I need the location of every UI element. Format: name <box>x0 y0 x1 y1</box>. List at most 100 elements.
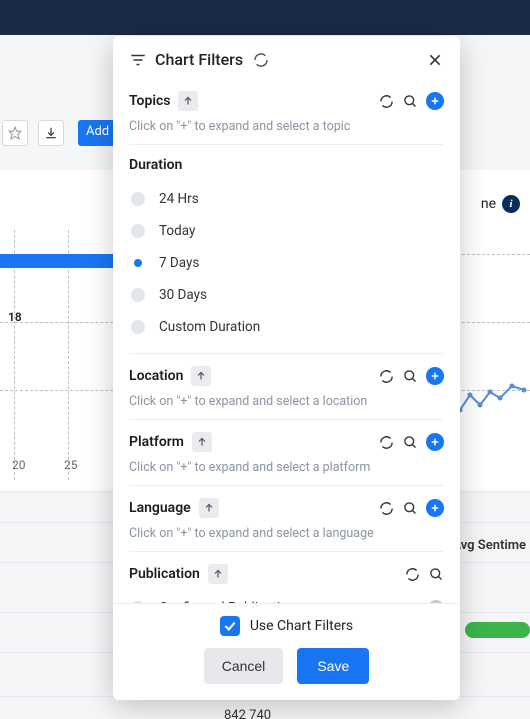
topics-collapse-toggle[interactable] <box>178 91 198 111</box>
topics-refresh[interactable] <box>378 93 394 109</box>
publication-search[interactable] <box>428 566 444 582</box>
language-search[interactable] <box>402 500 418 516</box>
search-icon <box>403 94 418 109</box>
close-icon <box>427 52 443 68</box>
arrow-up-icon <box>195 370 207 382</box>
section-publication: Publication Configured Publications <box>129 552 444 603</box>
radio-dot <box>131 224 145 238</box>
use-chart-filters-checkbox[interactable] <box>220 616 240 636</box>
platform-collapse-toggle[interactable] <box>192 432 212 452</box>
star-icon <box>8 126 22 140</box>
timeline-text: ne <box>481 196 496 212</box>
modal-footer: Use Chart Filters Cancel Save <box>113 603 460 700</box>
location-refresh[interactable] <box>378 368 394 384</box>
plus-icon <box>430 437 440 447</box>
bg-sparkline <box>460 380 530 420</box>
duration-custom[interactable]: Custom Duration <box>129 311 444 343</box>
refresh-icon <box>379 501 394 516</box>
language-collapse-toggle[interactable] <box>199 498 219 518</box>
check-icon <box>223 619 237 633</box>
save-button[interactable]: Save <box>297 648 369 684</box>
section-location: Location Click on "+" to expand and sele… <box>129 354 444 420</box>
filter-icon <box>129 51 147 69</box>
arrow-up-icon <box>212 568 224 580</box>
platform-search[interactable] <box>402 434 418 450</box>
search-icon <box>403 501 418 516</box>
modal-title: Chart Filters <box>155 50 243 69</box>
topics-title: Topics <box>129 93 170 109</box>
topics-search[interactable] <box>402 93 418 109</box>
modal-body: Topics Click on "+" to expand and select… <box>113 79 460 603</box>
cancel-button[interactable]: Cancel <box>204 648 284 684</box>
topics-add[interactable] <box>426 92 444 110</box>
bg-axis-label: 18 <box>8 310 22 324</box>
language-refresh[interactable] <box>378 500 394 516</box>
search-icon <box>403 369 418 384</box>
duration-30days[interactable]: 30 Days <box>129 279 444 311</box>
chart-filters-modal: Chart Filters Topics Click <box>113 36 460 700</box>
refresh-icon <box>379 435 394 450</box>
platform-title: Platform <box>129 434 184 450</box>
avg-sentiment-header: Avg Sentime <box>452 538 526 553</box>
duration-today[interactable]: Today <box>129 215 444 247</box>
radio-label: Today <box>159 223 195 239</box>
add-button[interactable]: Add <box>78 120 117 146</box>
use-chart-filters-label: Use Chart Filters <box>250 618 353 634</box>
plus-icon <box>430 96 440 106</box>
radio-label: Custom Duration <box>159 319 260 335</box>
plus-icon <box>430 503 440 513</box>
publication-configured[interactable]: Configured Publications <box>129 594 444 603</box>
publication-refresh[interactable] <box>404 566 420 582</box>
duration-options: 24 Hrs Today 7 Days 30 Days Custom Durat… <box>129 183 444 343</box>
arrow-up-icon <box>182 95 194 107</box>
use-chart-filters-row[interactable]: Use Chart Filters <box>129 606 444 648</box>
topics-hint: Click on "+" to expand and select a topi… <box>129 119 444 134</box>
duration-title: Duration <box>129 157 182 173</box>
language-hint: Click on "+" to expand and select a lang… <box>129 526 444 541</box>
app-topbar <box>0 0 530 35</box>
bg-x-tick: 20 <box>12 458 26 472</box>
sync-icon[interactable] <box>253 52 269 68</box>
radio-dot <box>131 256 145 270</box>
download-button[interactable] <box>38 120 64 146</box>
arrow-up-icon <box>196 436 208 448</box>
radio-label: 30 Days <box>159 287 207 303</box>
location-hint: Click on "+" to expand and select a loca… <box>129 394 444 409</box>
language-add[interactable] <box>426 499 444 517</box>
bg-x-tick: 25 <box>64 458 78 472</box>
platform-refresh[interactable] <box>378 434 394 450</box>
location-search[interactable] <box>402 368 418 384</box>
section-language: Language Click on "+" to expand and sele… <box>129 486 444 552</box>
radio-dot <box>131 288 145 302</box>
download-icon <box>44 126 58 140</box>
radio-dot <box>131 320 145 334</box>
location-collapse-toggle[interactable] <box>191 366 211 386</box>
section-platform: Platform Click on "+" to expand and sele… <box>129 420 444 486</box>
radio-dot <box>131 192 145 206</box>
publication-title: Publication <box>129 566 200 582</box>
timeline-label: ne i <box>481 195 520 213</box>
close-button[interactable] <box>426 51 444 69</box>
duration-7days[interactable]: 7 Days <box>129 247 444 279</box>
location-add[interactable] <box>426 367 444 385</box>
section-duration: Duration 24 Hrs Today 7 Days 30 Days Cus… <box>129 145 444 354</box>
radio-label: 7 Days <box>159 255 199 271</box>
section-topics: Topics Click on "+" to expand and select… <box>129 79 444 145</box>
search-icon <box>429 567 444 582</box>
language-title: Language <box>129 500 191 516</box>
publication-collapse-toggle[interactable] <box>208 564 228 584</box>
duration-24hrs[interactable]: 24 Hrs <box>129 183 444 215</box>
arrow-up-icon <box>203 502 215 514</box>
refresh-icon <box>405 567 420 582</box>
search-icon <box>403 435 418 450</box>
bg-bottom-number: 842 740 <box>224 708 271 719</box>
info-icon[interactable]: i <box>502 195 520 213</box>
radio-label: 24 Hrs <box>159 191 199 207</box>
refresh-icon <box>379 369 394 384</box>
favorite-button[interactable] <box>2 120 28 146</box>
platform-add[interactable] <box>426 433 444 451</box>
modal-header: Chart Filters <box>113 36 460 79</box>
plus-icon <box>430 371 440 381</box>
publication-options: Configured Publications Other Tagged Pub… <box>129 594 444 603</box>
bg-bar <box>0 254 113 268</box>
